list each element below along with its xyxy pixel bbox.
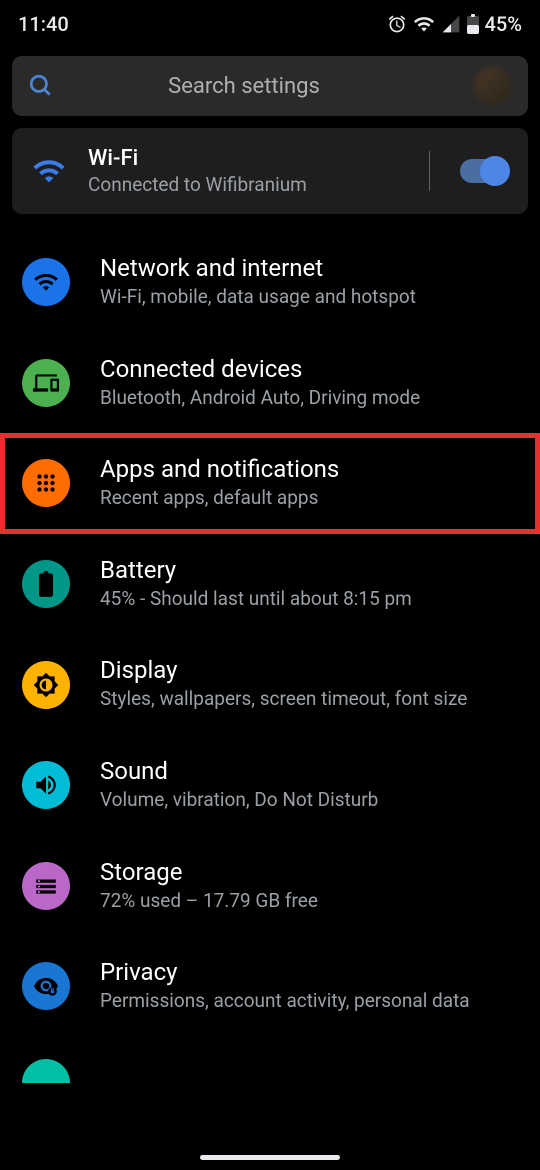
item-title: Privacy <box>100 958 518 986</box>
item-subtitle: Styles, wallpapers, screen timeout, font… <box>100 686 518 713</box>
item-title: Storage <box>100 858 518 886</box>
signal-icon <box>441 14 461 34</box>
battery-percent: 45% <box>485 12 522 36</box>
item-text: Connected devices Bluetooth, Android Aut… <box>100 355 518 412</box>
item-subtitle: Permissions, account activity, personal … <box>100 988 518 1015</box>
item-text: Sound Volume, vibration, Do Not Disturb <box>100 757 518 814</box>
privacy-icon <box>22 962 70 1010</box>
alarm-icon <box>387 14 407 34</box>
divider <box>429 151 430 191</box>
item-title: Network and internet <box>100 254 518 282</box>
network-icon <box>22 258 70 306</box>
wifi-toggle[interactable] <box>460 159 508 183</box>
battery-icon <box>467 14 479 34</box>
settings-list: Network and internet Wi-Fi, mobile, data… <box>0 232 540 1083</box>
item-text: Battery 45% - Should last until about 8:… <box>100 556 518 613</box>
apps-icon <box>22 459 70 507</box>
status-bar: 11:40 45% <box>0 0 540 44</box>
wifi-status-icon <box>413 13 435 35</box>
settings-item-display[interactable]: Display Styles, wallpapers, screen timeo… <box>0 634 540 735</box>
settings-item-storage[interactable]: Storage 72% used – 17.79 GB free <box>0 836 540 937</box>
settings-item-location-partial[interactable] <box>0 1037 540 1083</box>
item-subtitle: 72% used – 17.79 GB free <box>100 888 518 915</box>
toggle-knob <box>480 156 510 186</box>
settings-item-privacy[interactable]: Privacy Permissions, account activity, p… <box>0 936 540 1037</box>
wifi-title: Wi-Fi <box>88 146 407 171</box>
avatar[interactable] <box>474 67 512 105</box>
item-title: Connected devices <box>100 355 518 383</box>
search-bar[interactable]: Search settings <box>12 56 528 116</box>
item-text: Apps and notifications Recent apps, defa… <box>100 455 518 512</box>
brightness-icon <box>22 661 70 709</box>
wifi-text: Wi-Fi Connected to Wifibranium <box>88 146 407 196</box>
settings-item-apps[interactable]: Apps and notifications Recent apps, defa… <box>0 433 540 534</box>
item-text: Display Styles, wallpapers, screen timeo… <box>100 656 518 713</box>
item-subtitle: Bluetooth, Android Auto, Driving mode <box>100 385 518 412</box>
item-text: Storage 72% used – 17.79 GB free <box>100 858 518 915</box>
settings-item-network[interactable]: Network and internet Wi-Fi, mobile, data… <box>0 232 540 333</box>
item-title: Display <box>100 656 518 684</box>
wifi-quick-card[interactable]: Wi-Fi Connected to Wifibranium <box>12 128 528 214</box>
navigation-bar[interactable] <box>200 1155 340 1160</box>
settings-item-connected-devices[interactable]: Connected devices Bluetooth, Android Aut… <box>0 333 540 434</box>
item-subtitle: Volume, vibration, Do Not Disturb <box>100 787 518 814</box>
item-title: Battery <box>100 556 518 584</box>
wifi-subtitle: Connected to Wifibranium <box>88 173 407 196</box>
item-text: Privacy Permissions, account activity, p… <box>100 958 518 1015</box>
item-text: Network and internet Wi-Fi, mobile, data… <box>100 254 518 311</box>
status-time: 11:40 <box>18 12 69 36</box>
item-subtitle: 45% - Should last until about 8:15 pm <box>100 586 518 613</box>
storage-icon <box>22 862 70 910</box>
item-title: Sound <box>100 757 518 785</box>
search-placeholder: Search settings <box>30 74 458 99</box>
status-icons: 45% <box>387 12 522 36</box>
sound-icon <box>22 761 70 809</box>
settings-item-battery[interactable]: Battery 45% - Should last until about 8:… <box>0 534 540 635</box>
settings-item-sound[interactable]: Sound Volume, vibration, Do Not Disturb <box>0 735 540 836</box>
item-title: Apps and notifications <box>100 455 518 483</box>
item-subtitle: Recent apps, default apps <box>100 485 518 512</box>
location-icon <box>22 1059 70 1083</box>
item-subtitle: Wi-Fi, mobile, data usage and hotspot <box>100 284 518 311</box>
wifi-icon <box>32 154 66 188</box>
devices-icon <box>22 359 70 407</box>
battery-icon <box>22 560 70 608</box>
